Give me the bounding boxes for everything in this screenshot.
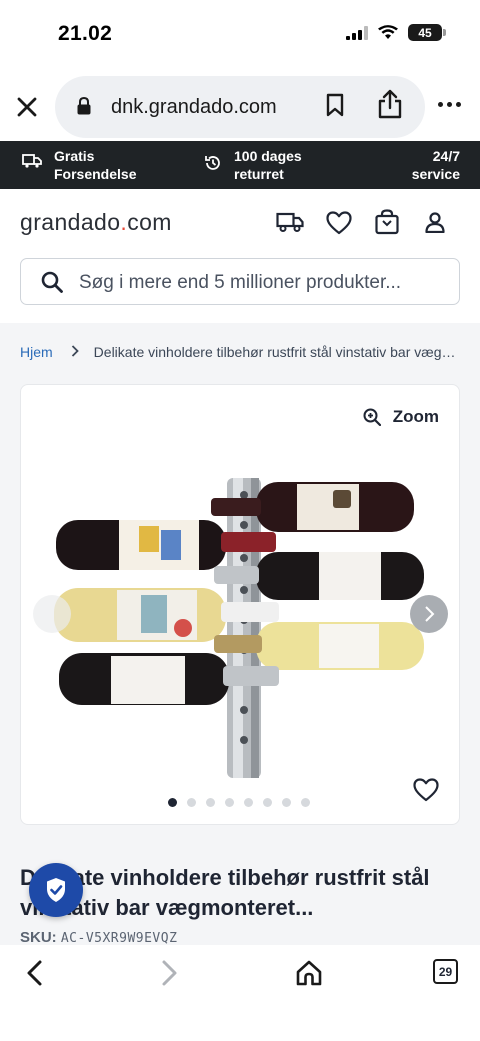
zoom-in-icon: [363, 408, 381, 426]
home-button[interactable]: [295, 959, 323, 992]
promo-returns: 100 dages returret: [204, 147, 302, 183]
zoom-button[interactable]: Zoom: [363, 407, 439, 427]
product-gallery: Zoom: [20, 384, 460, 825]
promo-service-line2: service: [411, 166, 460, 182]
zoom-label: Zoom: [392, 407, 439, 426]
sku-label: SKU:: [20, 929, 57, 945]
logo-tld: com: [127, 209, 172, 235]
wishlist-button[interactable]: [326, 211, 352, 240]
gallery-dot[interactable]: [282, 798, 291, 807]
status-icons: 45: [346, 24, 446, 41]
bookmark-button[interactable]: [325, 93, 345, 122]
close-tab-button[interactable]: [12, 92, 42, 122]
promo-returns-line1: 100 dages: [234, 148, 302, 164]
status-bar: 21.02 45: [0, 0, 480, 70]
shopping-bag-icon: [375, 209, 399, 235]
search-icon: [41, 271, 63, 293]
truck-icon: [22, 154, 42, 168]
trust-badge-button[interactable]: [29, 863, 83, 917]
close-icon: [17, 97, 37, 117]
gallery-dot[interactable]: [168, 798, 177, 807]
truck-icon: [276, 212, 304, 232]
user-icon: [425, 212, 445, 234]
product-title: Delikate vinholdere tilbehør rustfrit st…: [20, 865, 430, 920]
history-icon: [205, 156, 220, 170]
chevron-right-icon: [162, 960, 177, 986]
gallery-dot[interactable]: [187, 798, 196, 807]
home-icon: [296, 960, 322, 986]
logo-name: grandado: [20, 209, 121, 235]
gallery-dot[interactable]: [225, 798, 234, 807]
status-time: 21.02: [58, 22, 113, 45]
gallery-dot[interactable]: [301, 798, 310, 807]
url-text: dnk.grandado.com: [111, 96, 277, 118]
lock-icon: [77, 97, 91, 115]
shield-check-icon: [47, 878, 65, 902]
site-header: grandado.com Søg i mere end 5 millioner …: [0, 189, 480, 323]
heart-icon: [326, 211, 352, 235]
battery-icon: 45: [408, 24, 446, 41]
promo-shipping-line1: Gratis: [54, 148, 95, 164]
forward-button[interactable]: [160, 959, 180, 992]
search-input[interactable]: Søg i mere end 5 millioner produkter...: [20, 258, 460, 305]
chevron-left-icon: [27, 960, 42, 986]
breadcrumb: Hjem Delikate vinholdere tilbehør rustfr…: [20, 344, 456, 360]
promo-bar: Gratis Forsendelse 100 dages returret 24…: [0, 141, 480, 189]
cellular-signal-icon: [346, 25, 368, 40]
product-sku: SKU: AC-V5XR9W9EVQZ: [20, 929, 177, 945]
heart-icon: [413, 778, 439, 802]
chevron-right-icon: [71, 344, 79, 360]
site-logo[interactable]: grandado.com: [20, 209, 172, 236]
gallery-pagination[interactable]: [168, 798, 310, 807]
chevron-right-icon: [425, 606, 435, 622]
sku-value: AC-V5XR9W9EVQZ: [60, 931, 178, 945]
wifi-icon: [378, 25, 398, 39]
page-content: Hjem Delikate vinholdere tilbehør rustfr…: [0, 323, 480, 945]
next-image-button[interactable]: [410, 595, 448, 633]
cart-button[interactable]: [375, 209, 399, 240]
add-to-wishlist-button[interactable]: [413, 778, 439, 807]
promo-service: 24/7 service: [412, 147, 460, 183]
promo-returns-line2: returret: [234, 166, 284, 182]
browser-toolbar: dnk.grandado.com: [0, 72, 480, 140]
previous-image-button[interactable]: [33, 595, 71, 633]
product-image: [54, 478, 424, 778]
promo-shipping-line2: Forsendelse: [54, 166, 137, 182]
promo-service-line1: 24/7: [432, 148, 460, 164]
search-placeholder: Søg i mere end 5 millioner produkter...: [79, 272, 402, 293]
breadcrumb-current: Delikate vinholdere tilbehør rustfrit st…: [93, 344, 456, 360]
more-options-button[interactable]: [438, 102, 461, 107]
address-bar[interactable]: dnk.grandado.com: [55, 76, 425, 138]
tabs-button[interactable]: 29: [433, 959, 458, 984]
browser-bottom-toolbar: 29: [0, 945, 480, 1041]
bookmark-icon: [326, 93, 344, 117]
back-button[interactable]: [24, 959, 44, 992]
promo-free-shipping: Gratis Forsendelse: [22, 147, 136, 183]
shipping-button[interactable]: [276, 211, 304, 238]
breadcrumb-home-link[interactable]: Hjem: [20, 344, 53, 360]
gallery-dot[interactable]: [206, 798, 215, 807]
share-icon: [378, 89, 402, 119]
share-button[interactable]: [377, 89, 403, 124]
account-button[interactable]: [425, 212, 445, 238]
gallery-dot[interactable]: [263, 798, 272, 807]
gallery-dot[interactable]: [244, 798, 253, 807]
